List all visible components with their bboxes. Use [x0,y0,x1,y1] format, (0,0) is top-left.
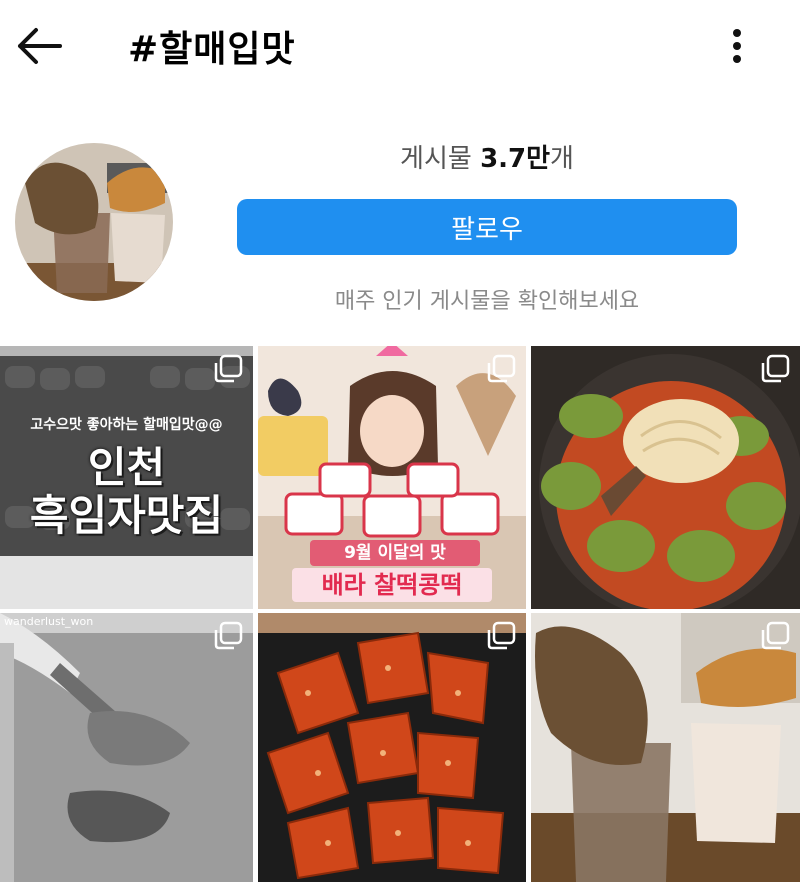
post-caption: 고수으맛 좋아하는 할매입맛@@ [30,417,223,433]
multiple-photos-icon [214,621,243,650]
back-arrow-icon[interactable] [14,24,64,68]
multiple-photos-icon [761,621,790,650]
post-caption: 흑임자맛집 [29,491,224,540]
post-tile[interactable] [531,613,800,882]
post-tile[interactable]: 9월 이달의 맛 배라 찰떡콩떡 [258,346,526,609]
top-bar: #할매입맛 [0,0,800,95]
multiple-photos-icon [214,354,243,383]
multiple-photos-icon [487,621,516,650]
post-caption: 9월 이달의 맛 [310,540,480,566]
post-grid: 고수으맛 좋아하는 할매입맛@@ 인천 흑임자맛집 9월 이달의 맛 배라 찰떡… [0,346,800,882]
post-tile[interactable]: 고수으맛 좋아하는 할매입맛@@ 인천 흑임자맛집 [0,346,253,609]
post-caption: 배라 찰떡콩떡 [292,568,492,602]
post-tile[interactable]: wanderlust_won [0,613,253,882]
more-options-icon[interactable] [720,24,754,68]
hashtag-avatar [15,143,173,301]
follow-button[interactable]: 팔로우 [237,199,737,255]
weekly-top-posts-text: 매주 인기 게시물을 확인해보세요 [334,289,640,314]
page-title: #할매입맛 [128,29,296,70]
post-count: 게시물 3.7만개 [400,144,574,174]
multiple-photos-icon [761,354,790,383]
post-tile[interactable] [258,613,526,882]
post-tile[interactable] [531,346,800,609]
multiple-photos-icon [487,354,516,383]
post-username: wanderlust_won [4,615,94,628]
